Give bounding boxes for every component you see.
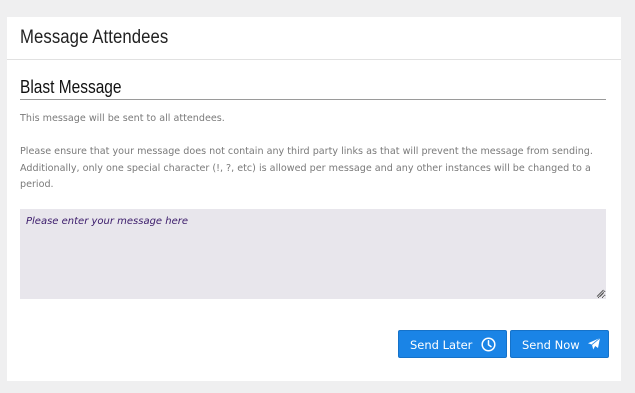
info-text-guidelines: Please ensure that your message does not…	[20, 146, 593, 190]
panel-header: Message Attendees	[7, 17, 621, 60]
paper-plane-icon	[588, 337, 601, 350]
send-now-button[interactable]: Send Now	[510, 330, 609, 358]
message-attendees-panel: Message Attendees Blast Message This mes…	[7, 17, 621, 381]
clock-icon	[481, 337, 496, 352]
send-later-label: Send Later	[410, 338, 473, 352]
message-textarea[interactable]	[20, 209, 606, 299]
resize-grip-icon[interactable]	[596, 289, 604, 297]
panel-title: Message Attendees	[20, 27, 169, 48]
blast-message-heading: Blast Message	[20, 77, 122, 97]
section-divider	[20, 99, 606, 100]
send-now-label: Send Now	[522, 338, 580, 352]
info-text-recipients: This message will be sent to all attende…	[20, 113, 225, 124]
send-later-button[interactable]: Send Later	[398, 330, 507, 358]
